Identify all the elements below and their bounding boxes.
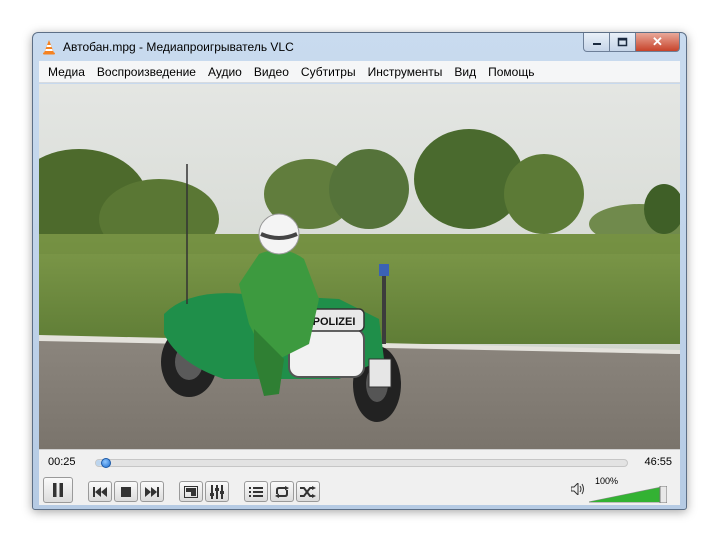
volume-slider[interactable] [589,486,667,503]
current-time: 00:25 [48,456,76,468]
mute-button[interactable] [570,481,585,498]
title-bar[interactable]: Автобан.mpg - Медиапроигрыватель VLC ✕ [33,33,686,60]
equalizer-icon [210,484,224,499]
previous-button[interactable] [88,481,112,502]
vlc-cone-icon[interactable] [41,39,57,55]
next-icon [145,486,159,497]
menu-playback[interactable]: Воспроизведение [91,61,202,83]
loop-button[interactable] [270,481,294,502]
pause-icon [53,483,63,497]
stop-button[interactable] [114,481,138,502]
video-frame: POLIZEI [39,84,680,449]
menu-tools[interactable]: Инструменты [362,61,449,83]
maximize-button[interactable] [610,33,636,52]
pause-button[interactable] [43,477,73,503]
vlc-window: Автобан.mpg - Медиапроигрыватель VLC ✕ М… [32,32,687,510]
playlist-icon [249,486,263,497]
seek-bar[interactable] [95,458,628,468]
menu-help[interactable]: Помощь [482,61,540,83]
minimize-button[interactable] [583,33,610,52]
police-plate-text: POLIZEI [313,316,356,328]
minimize-icon [592,43,601,45]
fullscreen-button[interactable] [179,481,203,502]
menu-bar: Медиа Воспроизведение Аудио Видео Субтит… [39,61,680,83]
menu-media[interactable]: Медиа [42,61,91,83]
playlist-button[interactable] [244,481,268,502]
previous-icon [93,486,107,497]
seek-handle[interactable] [100,458,111,468]
volume-handle [659,486,667,503]
menu-video[interactable]: Видео [248,61,295,83]
menu-subtitles[interactable]: Субтитры [295,61,362,83]
window-title: Автобан.mpg - Медиапроигрыватель VLC [63,39,294,54]
loop-icon [275,485,289,498]
window-controls: ✕ [583,33,680,52]
shuffle-icon [300,485,316,498]
total-time[interactable]: 46:55 [644,456,672,468]
close-button[interactable]: ✕ [636,33,680,52]
speaker-icon [570,481,584,497]
video-area[interactable]: POLIZEI [39,84,680,449]
extended-settings-button[interactable] [205,481,229,502]
next-button[interactable] [140,481,164,502]
shuffle-button[interactable] [296,481,320,502]
maximize-icon [617,37,628,47]
menu-audio[interactable]: Аудио [202,61,248,83]
stop-icon [121,486,131,497]
volume-percent: 100% [595,476,619,486]
fullscreen-icon [184,485,198,498]
controls-panel: 00:25 46:55 100% [39,449,680,505]
menu-view[interactable]: Вид [448,61,482,83]
close-icon: ✕ [652,34,663,49]
